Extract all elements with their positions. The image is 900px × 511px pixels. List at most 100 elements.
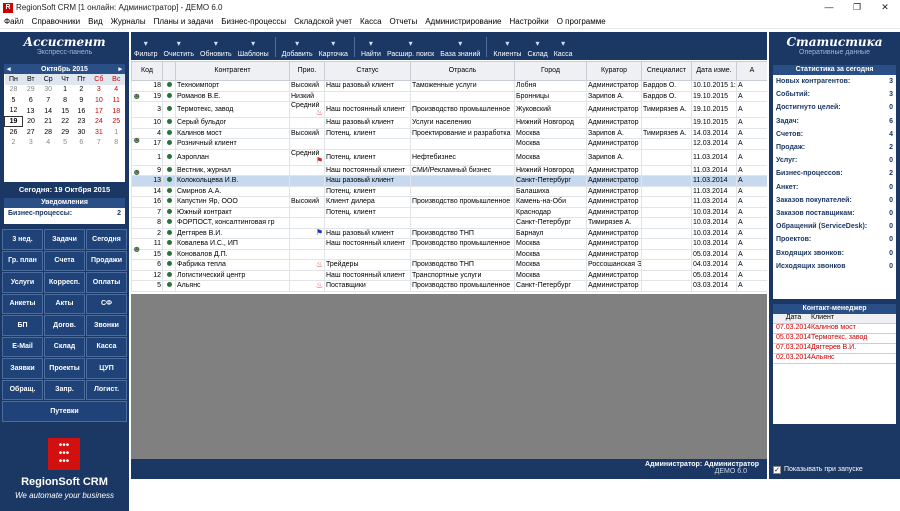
calendar-day[interactable]: 1 [108,127,125,138]
calendar-day[interactable]: 5 [57,138,73,149]
stat-row[interactable]: Входящих звонков: 0 [773,246,896,259]
calendar-day[interactable]: 29 [57,127,73,138]
calendar-day[interactable]: 1 [57,85,73,96]
menu-item[interactable]: Бизнес-процессы [217,17,290,26]
calendar-day[interactable]: 5 [5,95,23,106]
calendar-day[interactable]: 24 [90,116,108,127]
table-row[interactable]: 12 Логистический центр Наш постоянный клие… [131,269,767,281]
stat-row[interactable]: Обращений (ServiceDesk): 0 [773,220,896,233]
grid-column-header[interactable]: Специалист [641,61,692,81]
grid-column-header[interactable]: Дата изме. [691,61,737,81]
quick-button[interactable]: БП [2,315,43,336]
grid-column-header[interactable]: Прио. [289,61,325,81]
contact-row[interactable]: 02.03.2014 Альянс [773,354,896,364]
quick-button[interactable]: Заявки [2,358,43,379]
stat-row[interactable]: Счетов: 4 [773,128,896,141]
toolbar-button[interactable]: ▾ Склад [524,39,550,60]
toolbar-button[interactable]: ▾ Касса [551,39,576,60]
menu-item[interactable]: Складской учет [290,17,356,26]
quick-button[interactable]: Логист. [86,379,127,400]
grid-column-header[interactable]: Отрасль [410,61,515,81]
table-row[interactable]: 4 Калинов мост Высокий Потенц. клиент Проект… [131,127,767,139]
toolbar-button[interactable]: ▾ Добавить [279,39,316,60]
toolbar-button[interactable]: ▾ Фильтр [131,39,161,60]
calendar-day[interactable]: 2 [5,138,23,149]
quick-button[interactable]: Оплаты [86,272,127,293]
calendar-day[interactable]: 29 [22,85,39,96]
stat-row[interactable]: Задач: 6 [773,115,896,128]
calendar-day[interactable]: 16 [73,106,90,117]
calendar-day[interactable]: 7 [39,95,57,106]
menu-item[interactable]: Отчеты [386,17,422,26]
menu-item[interactable]: Касса [356,17,386,26]
contact-row[interactable]: 05.03.2014 Термотекс, завод [773,334,896,344]
grid-column-header[interactable] [162,61,176,81]
calendar-day[interactable]: 28 [5,85,23,96]
notification-row[interactable]: Бизнес-процессы: 2 [4,208,125,219]
calendar-day[interactable]: 28 [39,127,57,138]
quick-button[interactable]: ЦУП [86,358,127,379]
table-row[interactable]: 13 Колокольцева И.В. Наш разовый клиент Сан… [131,175,767,187]
calendar-day[interactable]: 6 [73,138,90,149]
menu-item[interactable]: Файл [0,17,28,26]
calendar-day[interactable]: 3 [22,138,39,149]
grid-column-header[interactable]: Код [131,61,163,81]
calendar-day[interactable]: 8 [108,138,125,149]
table-row[interactable]: 1 Аэроплан Средний ⚑ Потенц. клиент Нефтебизн… [131,148,767,166]
calendar-day[interactable]: 12 [5,106,23,117]
quick-button[interactable]: Анкеты [2,293,43,314]
today-label[interactable]: Сегодня: 19 Октбря 2015 [0,184,129,195]
quick-button[interactable]: Гр. план [2,250,43,271]
calendar-day[interactable]: 6 [22,95,39,106]
table-row[interactable]: 7 Южный контракт Потенц. клиент Краснодар Ад… [131,206,767,218]
table-row[interactable]: 9 Вестник, журнал Наш постоянный клиент СМИ… [131,164,767,176]
toolbar-button[interactable]: ▾ Расшир. поиск [384,39,437,60]
table-row[interactable]: 14 Смирнов А.А. Потенц. клиент Балашиха Адми… [131,185,767,197]
show-on-start[interactable]: ✓ Показывать при запуске [773,464,896,475]
grid-column-header[interactable]: Контрагент [175,61,290,81]
quick-button[interactable]: Корресп. [44,272,85,293]
contact-row[interactable]: 07.03.2014 Калинов мост [773,324,896,334]
calendar-day[interactable]: 8 [57,95,73,106]
calendar-day[interactable]: 25 [108,116,125,127]
table-row[interactable]: 17 Розничный клиент Москва Администратор 12.… [131,138,767,150]
grid-column-header[interactable]: Статус [324,61,411,81]
quick-button[interactable]: Касса [86,336,127,357]
calendar-day[interactable]: 23 [73,116,90,127]
quick-button[interactable]: Продажи [86,250,127,271]
table-row[interactable]: 2 Дегтярев В.И. ⚑ Наш разовый клиент Произво… [131,227,767,239]
calendar-day[interactable]: 2 [73,85,90,96]
quick-button[interactable]: Путевки [2,401,127,422]
stat-row[interactable]: Новых контрагентов: 3 [773,75,896,88]
toolbar-button[interactable]: ▾ Карточка [316,39,351,60]
calendar-day[interactable]: 3 [90,85,108,96]
quick-button[interactable]: 3 нед. [2,229,43,250]
stat-row[interactable]: Событий: 3 [773,88,896,101]
calendar-day[interactable]: 20 [22,116,39,127]
quick-button[interactable]: Акты [44,293,85,314]
quick-button[interactable]: Догов. [44,315,85,336]
quick-button[interactable]: E-Mail [2,336,43,357]
calendar-day[interactable]: 13 [22,106,39,117]
minimize-button[interactable]: — [815,0,843,15]
close-button[interactable]: ✕ [871,0,899,15]
table-row[interactable]: 11 Ковалева И.С., ИП Наш постоянный клиент… [131,238,767,250]
quick-button[interactable]: Склад [44,336,85,357]
calendar-day[interactable]: 4 [39,138,57,149]
grid-column-header[interactable]: Город [514,61,587,81]
stat-row[interactable]: Заказов поставщикам: 0 [773,207,896,220]
quick-button[interactable]: Проекты [44,358,85,379]
menu-item[interactable]: Администрирование [421,17,505,26]
calendar-day[interactable]: 17 [90,106,108,117]
contact-row[interactable]: 07.03.2014 Дягтерев В.И. [773,344,896,354]
calendar-day[interactable]: 21 [39,116,57,127]
calendar-day[interactable]: 18 [108,106,125,117]
toolbar-button[interactable]: ▾ Обновить [197,39,235,60]
menu-item[interactable]: Планы и задачи [150,17,218,26]
calendar-day[interactable]: 30 [39,85,57,96]
table-row[interactable]: 5 Альянс ♨ Поставщики Производство промышлен… [131,280,767,292]
quick-button[interactable]: Звонки [86,315,127,336]
quick-button[interactable]: Счета [44,250,85,271]
menu-item[interactable]: Справочники [28,17,84,26]
grid-column-header[interactable]: А [736,61,767,81]
